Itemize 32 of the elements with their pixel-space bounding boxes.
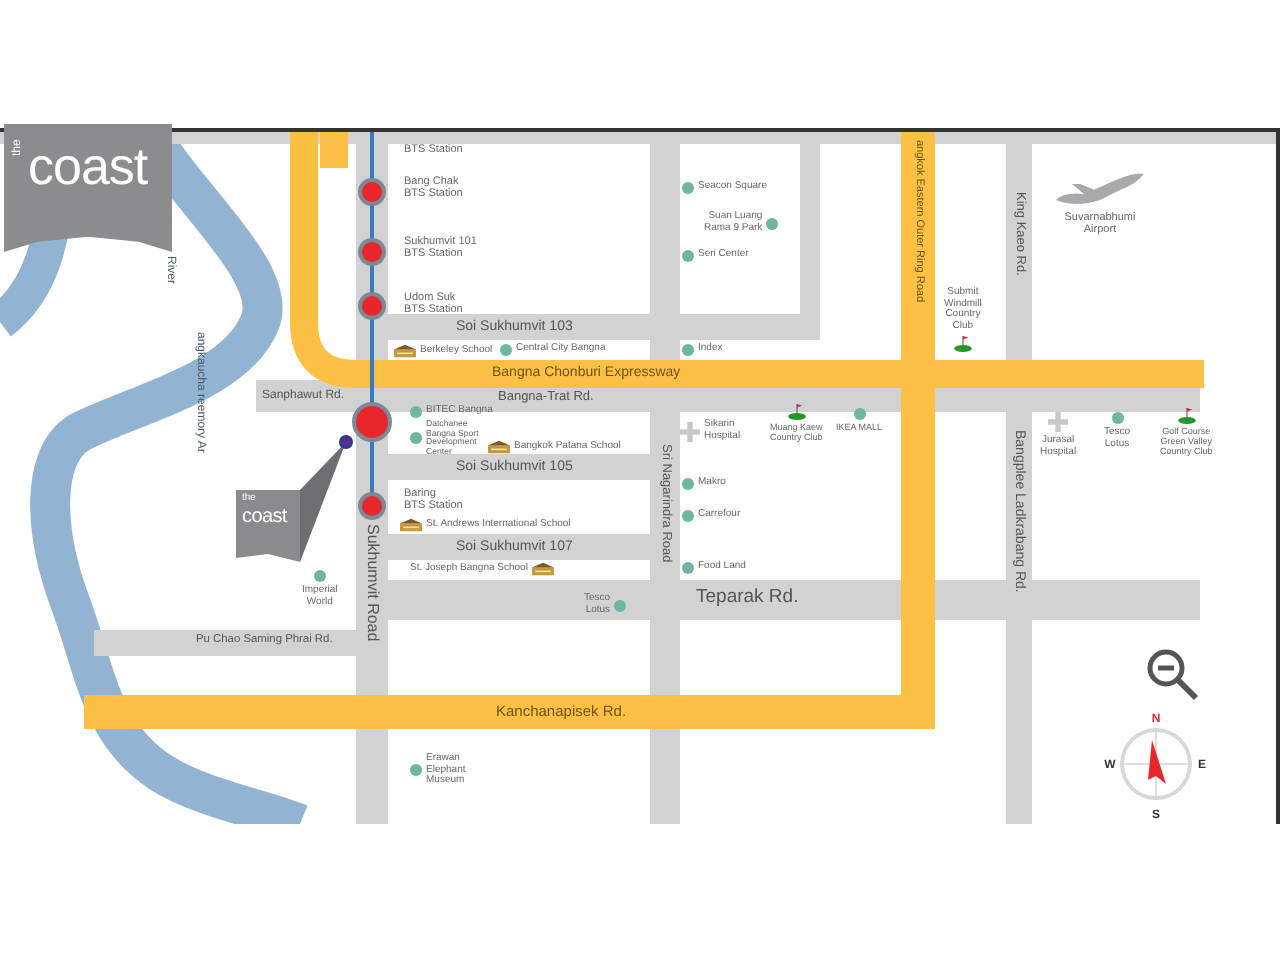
dot-icon (766, 217, 779, 229)
school-icon (394, 344, 416, 358)
road-label: Teparak Rd. (696, 588, 799, 607)
marker-logo-text: coast (242, 508, 287, 528)
dot-icon (500, 344, 512, 356)
dot-icon (853, 408, 865, 420)
dot-icon (682, 510, 694, 522)
dot-icon (614, 599, 627, 611)
zoom-out-button[interactable] (1142, 644, 1202, 704)
golf-flag-icon (787, 404, 806, 420)
dot-icon (1111, 412, 1124, 424)
school-icon (400, 518, 422, 532)
dot-icon (682, 182, 694, 194)
dot-icon (410, 764, 422, 777)
dot-icon (313, 570, 326, 582)
golf-flag-icon (1177, 408, 1196, 424)
dot-icon (682, 344, 694, 356)
dot-icon (682, 250, 694, 262)
dot-icon (682, 562, 694, 574)
road-label: Sukhumvit Road (364, 524, 380, 642)
airplane-icon (1056, 172, 1144, 208)
school-icon (531, 562, 554, 576)
logo-text: coast (28, 140, 148, 192)
dot-icon (410, 432, 422, 445)
dot-icon (682, 478, 694, 490)
cross-icon (1048, 412, 1069, 432)
cross-icon (680, 421, 700, 441)
school-icon (488, 440, 510, 454)
golf-flag-icon (953, 336, 972, 352)
dot-icon (410, 406, 422, 418)
zoom-out-icon (1144, 646, 1200, 702)
location-marker-drawing (236, 435, 353, 562)
